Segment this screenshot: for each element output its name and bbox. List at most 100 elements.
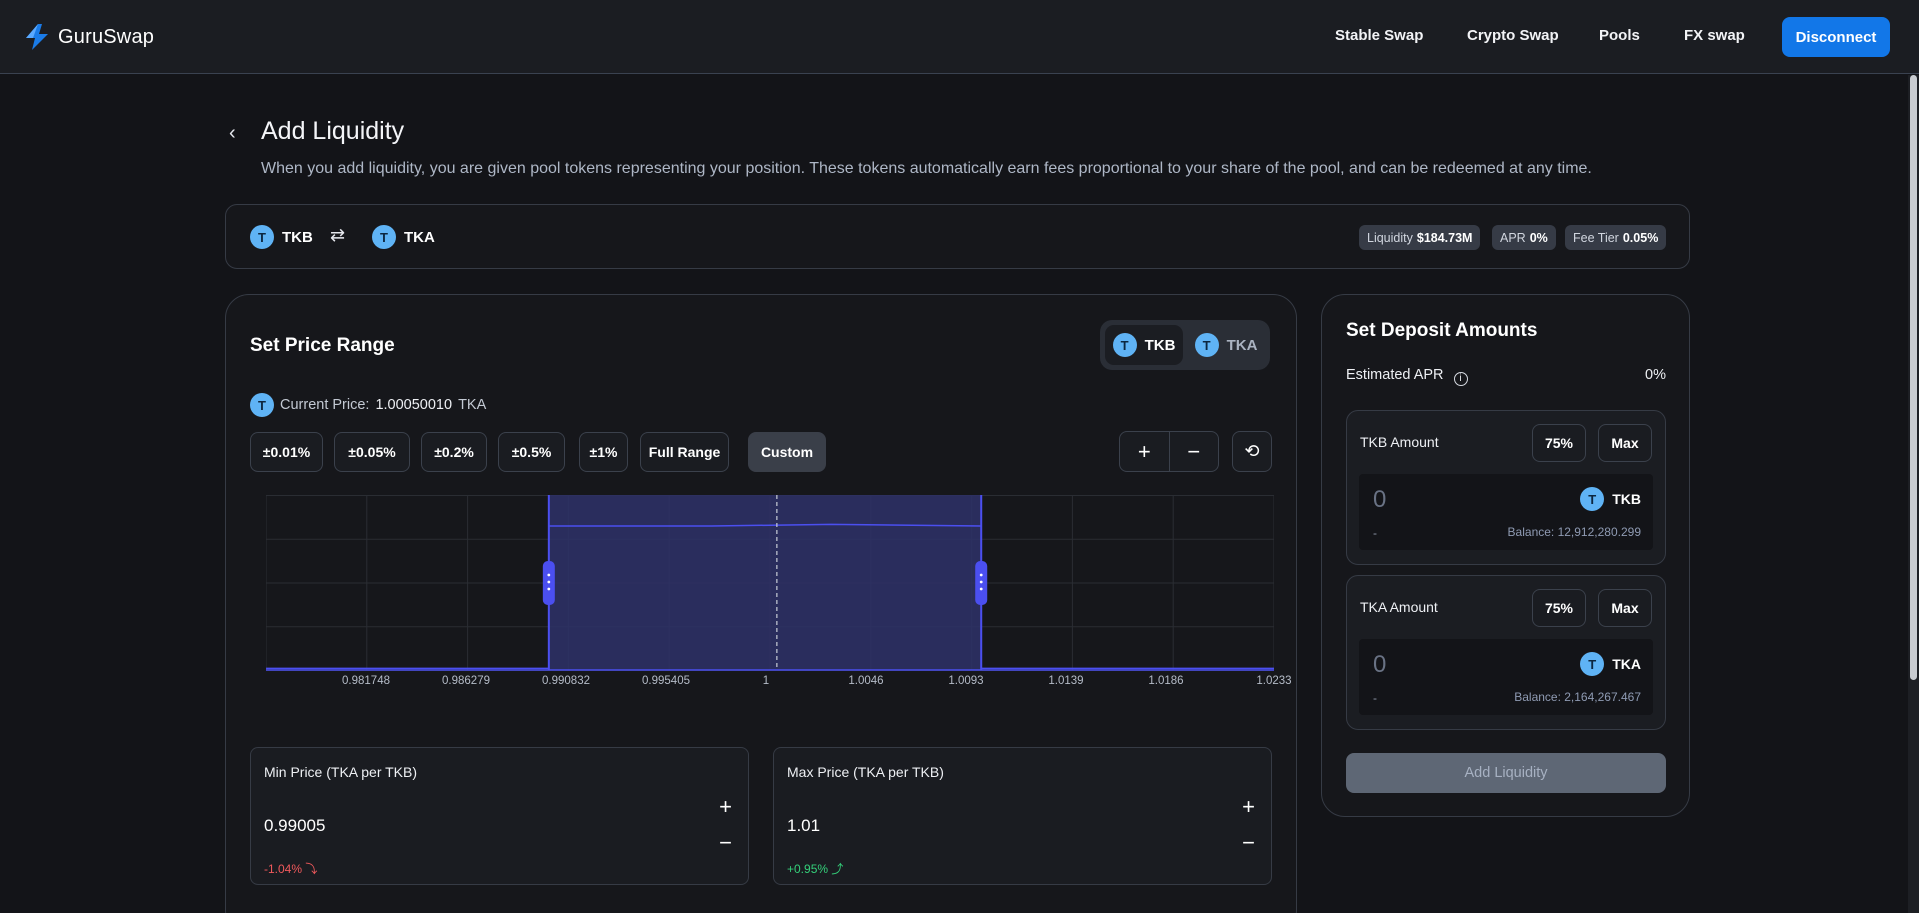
nav-pools[interactable]: Pools bbox=[1599, 27, 1640, 44]
nav-stable-swap[interactable]: Stable Swap bbox=[1335, 27, 1423, 44]
min-price-decrement-button[interactable]: − bbox=[719, 830, 732, 856]
handle-grip-dot bbox=[547, 580, 551, 584]
back-chevron-icon[interactable]: ‹ bbox=[229, 122, 245, 146]
page-scrollbar[interactable] bbox=[1908, 75, 1919, 913]
liquidity-badge: Liquidity $184.73M bbox=[1359, 225, 1481, 250]
toggle-tkb-label: TKB bbox=[1144, 336, 1176, 354]
estimated-apr-row: Estimated APR i 0% bbox=[1346, 367, 1666, 386]
max-price-change-value: +0.95% bbox=[787, 862, 829, 876]
preset-1-button[interactable]: ±1% bbox=[579, 432, 628, 472]
logo[interactable]: GuruSwap bbox=[22, 22, 154, 52]
current-price-value: 1.00050010 bbox=[375, 397, 453, 413]
max-price-decrement-button[interactable]: − bbox=[1242, 830, 1255, 856]
preset-0-01-button[interactable]: ±0.01% bbox=[250, 432, 323, 472]
tka-token-tag: T TKA bbox=[1580, 652, 1641, 676]
tka-amount-label: TKA Amount bbox=[1360, 599, 1438, 615]
trend-down-icon: ⤵ bbox=[305, 862, 318, 876]
handle-grip-dot bbox=[979, 580, 983, 584]
estimated-apr-label: Estimated APR bbox=[1346, 367, 1444, 383]
nav-crypto-swap[interactable]: Crypto Swap bbox=[1467, 27, 1559, 44]
tkb-amount-input[interactable]: 0 T TKB - Balance: 12,912,280.299 bbox=[1359, 474, 1653, 550]
deposit-panel: Set Deposit Amounts Estimated APR i 0% TK… bbox=[1321, 294, 1690, 817]
base-token-toggle: T TKB T TKA bbox=[1100, 320, 1270, 370]
page-description: When you add liquidity, you are given po… bbox=[261, 160, 1592, 177]
x-tick-label: 1.0046 bbox=[848, 675, 884, 687]
deposit-title: Set Deposit Amounts bbox=[1346, 320, 1538, 341]
x-tick-label: 1.0233 bbox=[1256, 675, 1292, 687]
token-icon: T bbox=[1580, 487, 1605, 511]
disconnect-button[interactable]: Disconnect bbox=[1782, 17, 1890, 57]
tkb-balance[interactable]: Balance: 12,912,280.299 bbox=[1508, 525, 1641, 539]
x-tick-label: 0.995405 bbox=[642, 675, 690, 687]
toggle-tka[interactable]: T TKA bbox=[1187, 325, 1265, 365]
zoom-out-button[interactable]: − bbox=[1168, 432, 1219, 471]
zoom-in-button[interactable]: + bbox=[1120, 432, 1169, 471]
handle-grip-dot bbox=[547, 573, 551, 577]
current-price: T Current Price: 1.00050010 TKA bbox=[250, 393, 486, 417]
price-range-panel: Set Price Range T TKB T TKA T Current Pr… bbox=[225, 294, 1297, 913]
x-tick-label: 1.0093 bbox=[948, 675, 984, 687]
price-range-title: Set Price Range bbox=[250, 335, 395, 356]
tkb-75-button[interactable]: 75% bbox=[1532, 424, 1586, 462]
tka-amount-input[interactable]: 0 T TKA - Balance: 2,164,267.467 bbox=[1359, 639, 1653, 715]
nav-fx-swap[interactable]: FX swap bbox=[1684, 27, 1745, 44]
x-tick-label: 1.0139 bbox=[1048, 675, 1084, 687]
min-price-input[interactable]: 0.99005 bbox=[264, 816, 325, 836]
liquidity-badge-value: $184.73M bbox=[1416, 230, 1473, 245]
apr-badge: APR 0% bbox=[1492, 225, 1556, 250]
trend-up-icon: ⤴ bbox=[831, 862, 844, 876]
preset-0-05-button[interactable]: ±0.05% bbox=[334, 432, 410, 472]
tkb-amount-value: 0 bbox=[1373, 486, 1387, 513]
handle-grip-dot bbox=[547, 587, 551, 591]
selected-range-area bbox=[548, 495, 982, 670]
tka-balance[interactable]: Balance: 2,164,267.467 bbox=[1514, 690, 1641, 704]
toggle-tka-label: TKA bbox=[1226, 336, 1258, 354]
add-liquidity-button[interactable]: Add Liquidity bbox=[1346, 753, 1666, 793]
liquidity-chart[interactable] bbox=[266, 495, 1274, 675]
current-price-label: Current Price: bbox=[280, 397, 370, 413]
tkb-amount-card: TKB Amount 75% Max 0 T TKB - Balance: 12… bbox=[1346, 410, 1666, 565]
token-icon: T bbox=[372, 225, 396, 249]
token-icon: T bbox=[1580, 652, 1605, 676]
page-title: Add Liquidity bbox=[261, 117, 405, 145]
apr-badge-value: 0% bbox=[1529, 230, 1548, 245]
pair-token-b-label: TKA bbox=[404, 228, 435, 246]
min-price-increment-button[interactable]: + bbox=[719, 794, 732, 820]
tka-75-button[interactable]: 75% bbox=[1532, 589, 1586, 627]
top-nav: GuruSwap Stable Swap Crypto Swap Pools F… bbox=[0, 0, 1919, 74]
estimated-apr-value: 0% bbox=[1645, 367, 1666, 383]
swap-arrows-icon[interactable]: ⇄ bbox=[330, 225, 345, 246]
preset-full-range-button[interactable]: Full Range bbox=[640, 432, 729, 472]
x-tick-label: 0.986279 bbox=[442, 675, 490, 687]
app-name: GuruSwap bbox=[58, 25, 155, 48]
tka-token-label: TKA bbox=[1612, 656, 1641, 672]
pair-token-b: T TKA bbox=[372, 225, 435, 249]
max-price-increment-button[interactable]: + bbox=[1242, 794, 1255, 820]
pair-token-a: T TKB bbox=[250, 225, 313, 249]
current-price-unit: TKA bbox=[458, 397, 487, 413]
min-price-change-value: -1.04% bbox=[264, 862, 303, 876]
preset-0-5-button[interactable]: ±0.5% bbox=[498, 432, 565, 472]
preset-0-2-button[interactable]: ±0.2% bbox=[421, 432, 487, 472]
scrollbar-thumb[interactable] bbox=[1910, 75, 1917, 680]
zoom-controls: + − bbox=[1119, 431, 1219, 472]
max-price-change: +0.95% ⤴ bbox=[787, 860, 843, 877]
token-icon: T bbox=[250, 225, 274, 249]
toggle-tkb[interactable]: T TKB bbox=[1105, 325, 1183, 365]
handle-grip-dot bbox=[979, 573, 983, 577]
tkb-max-button[interactable]: Max bbox=[1598, 424, 1652, 462]
max-price-input[interactable]: 1.01 bbox=[787, 816, 820, 836]
max-price-box: Max Price (TKA per TKB) 1.01 + − +0.95% … bbox=[773, 747, 1272, 885]
tka-max-button[interactable]: Max bbox=[1598, 589, 1652, 627]
min-price-label: Min Price (TKA per TKB) bbox=[264, 764, 418, 780]
tkb-token-tag: T TKB bbox=[1580, 487, 1641, 511]
min-price-change: -1.04% ⤵ bbox=[264, 860, 317, 877]
tkb-usd-value: - bbox=[1373, 526, 1377, 540]
reset-refresh-icon[interactable]: ⟲ bbox=[1232, 431, 1272, 472]
preset-custom-button[interactable]: Custom bbox=[748, 432, 826, 472]
token-icon: T bbox=[250, 393, 274, 417]
max-price-label: Max Price (TKA per TKB) bbox=[787, 764, 944, 780]
info-icon[interactable]: i bbox=[1453, 371, 1468, 386]
x-tick-label: 0.981748 bbox=[342, 675, 390, 687]
min-price-box: Min Price (TKA per TKB) 0.99005 + − -1.0… bbox=[250, 747, 749, 885]
